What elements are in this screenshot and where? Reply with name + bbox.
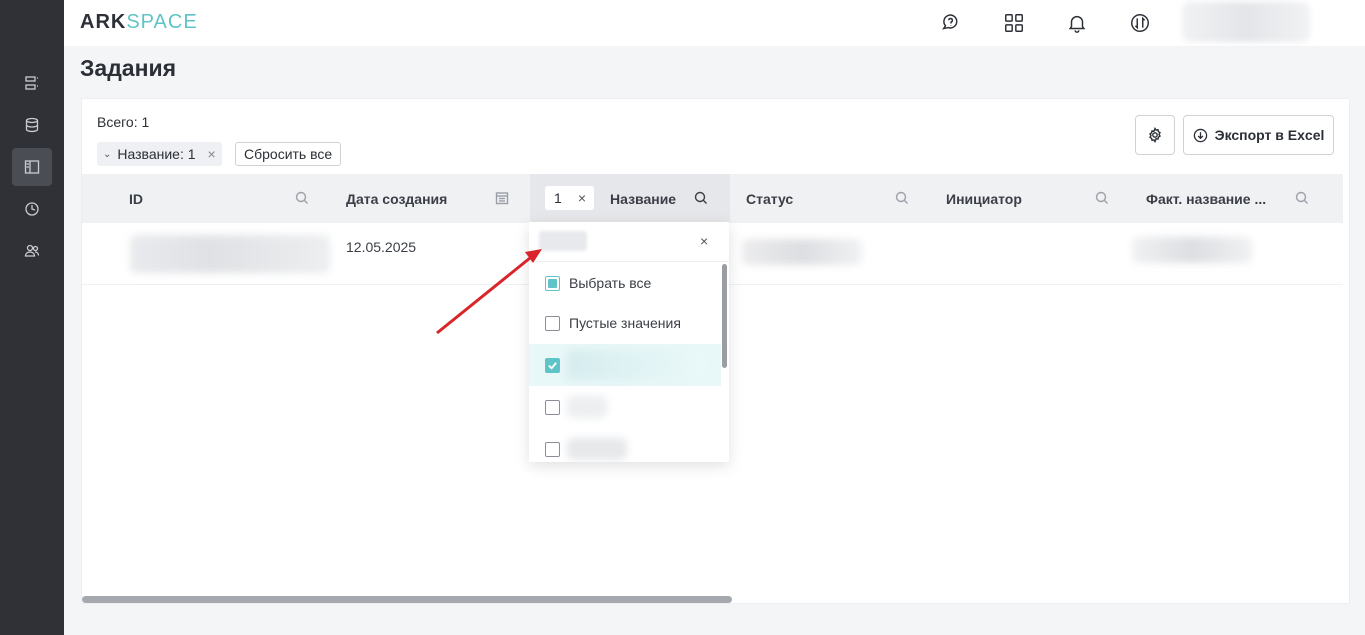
export-excel-button[interactable]: Экспорт в Excel	[1183, 115, 1334, 155]
table-settings-button[interactable]	[1135, 115, 1175, 155]
search-icon[interactable]	[693, 190, 709, 206]
user-profile[interactable]	[1182, 2, 1310, 42]
column-label: Инициатор	[946, 190, 1022, 207]
clear-search-icon[interactable]: ×	[700, 233, 708, 249]
clear-column-filter-icon[interactable]: ×	[578, 190, 586, 206]
column-filter-count[interactable]: 1 ×	[545, 186, 594, 210]
sidebar-item-tasks[interactable]	[12, 148, 52, 186]
option-label: Выбрать все	[569, 275, 652, 291]
checkbox[interactable]	[545, 315, 560, 331]
column-filter-popup: × Выбрать все Пустые значения	[529, 222, 729, 462]
redacted-search-value	[539, 231, 587, 251]
column-label: Факт. название ...	[1146, 190, 1267, 207]
filter-option-empty[interactable]: Пустые значения	[529, 302, 721, 344]
filter-option-item[interactable]	[529, 344, 721, 386]
column-header-initiator[interactable]: Инициатор	[946, 174, 1126, 223]
column-header-actual-name[interactable]: Факт. название ...	[1146, 174, 1326, 223]
calendar-icon[interactable]	[494, 190, 510, 206]
search-icon[interactable]	[1094, 190, 1110, 206]
bell-icon	[1068, 15, 1086, 33]
check-icon	[548, 361, 557, 370]
redacted-option	[567, 438, 627, 460]
filter-count-value: 1	[554, 190, 562, 206]
chevron-down-icon: ⌄	[103, 148, 112, 160]
total-count: Всего: 1	[97, 114, 150, 130]
export-label: Экспорт в Excel	[1214, 127, 1325, 143]
logo-text-ark: ARK	[80, 11, 127, 33]
download-icon	[1193, 128, 1207, 142]
search-icon[interactable]	[294, 190, 310, 206]
filter-chip-label: Название: 1	[117, 146, 196, 162]
notifications-button[interactable]	[1063, 9, 1091, 37]
checkbox-checked[interactable]	[545, 357, 560, 373]
search-icon[interactable]	[1294, 190, 1310, 206]
column-header-status[interactable]: Статус	[746, 174, 926, 223]
redacted-option	[567, 396, 607, 418]
redacted-actual-name	[1132, 237, 1252, 263]
column-header-name[interactable]: 1 × Название	[530, 174, 730, 223]
column-label: Статус	[746, 190, 794, 207]
sync-button[interactable]	[1126, 9, 1154, 37]
cell-created-date: 12.05.2025	[346, 239, 417, 255]
sidebar-item-history[interactable]	[12, 190, 52, 228]
sync-icon	[1131, 14, 1149, 32]
apps-grid-icon	[1005, 14, 1023, 32]
checkbox[interactable]	[545, 399, 560, 415]
column-label: ID	[129, 190, 143, 207]
table-header: ID Дата создания 1 × Название Статус Ини…	[82, 174, 1343, 223]
top-header: ARKSPACE	[64, 0, 1365, 46]
popup-vertical-scrollbar[interactable]	[722, 264, 727, 368]
checkbox[interactable]	[545, 441, 560, 457]
clock-icon	[25, 202, 39, 216]
reset-filters-button[interactable]: Сбросить все	[235, 142, 342, 166]
column-header-created-date[interactable]: Дата создания	[346, 174, 526, 223]
sidebar-item-list[interactable]	[12, 64, 52, 102]
column-header-id[interactable]: ID	[129, 174, 329, 223]
gear-icon	[1149, 127, 1161, 143]
database-icon	[25, 117, 39, 133]
checkbox-partial[interactable]	[545, 275, 560, 291]
logo-text-space: SPACE	[126, 11, 198, 33]
redacted-status	[742, 239, 862, 265]
sidebar-item-database[interactable]	[12, 106, 52, 144]
column-label: Дата создания	[346, 190, 448, 207]
tasks-panel-icon	[24, 160, 40, 174]
search-icon[interactable]	[894, 190, 910, 206]
help-chat-button[interactable]	[937, 9, 965, 37]
filter-search-input[interactable]: ×	[529, 222, 729, 262]
active-filter-chip[interactable]: ⌄ Название: 1 ×	[97, 142, 222, 166]
sidebar	[0, 0, 64, 635]
app-logo[interactable]: ARKSPACE	[80, 11, 198, 34]
filter-option-item[interactable]	[529, 428, 721, 470]
redacted-id	[130, 235, 330, 273]
users-icon	[24, 244, 40, 257]
filter-option-select-all[interactable]: Выбрать все	[529, 262, 721, 304]
sidebar-item-users[interactable]	[12, 232, 52, 270]
apps-grid-button[interactable]	[1000, 9, 1028, 37]
horizontal-scrollbar[interactable]	[82, 596, 732, 603]
column-label: Название	[610, 190, 677, 207]
list-icon	[25, 76, 38, 90]
redacted-option	[567, 350, 705, 380]
filter-option-item[interactable]	[529, 386, 721, 428]
remove-filter-icon[interactable]: ×	[208, 146, 216, 162]
option-label: Пустые значения	[569, 315, 681, 331]
help-chat-icon	[942, 14, 958, 30]
page-title: Задания	[80, 55, 177, 81]
